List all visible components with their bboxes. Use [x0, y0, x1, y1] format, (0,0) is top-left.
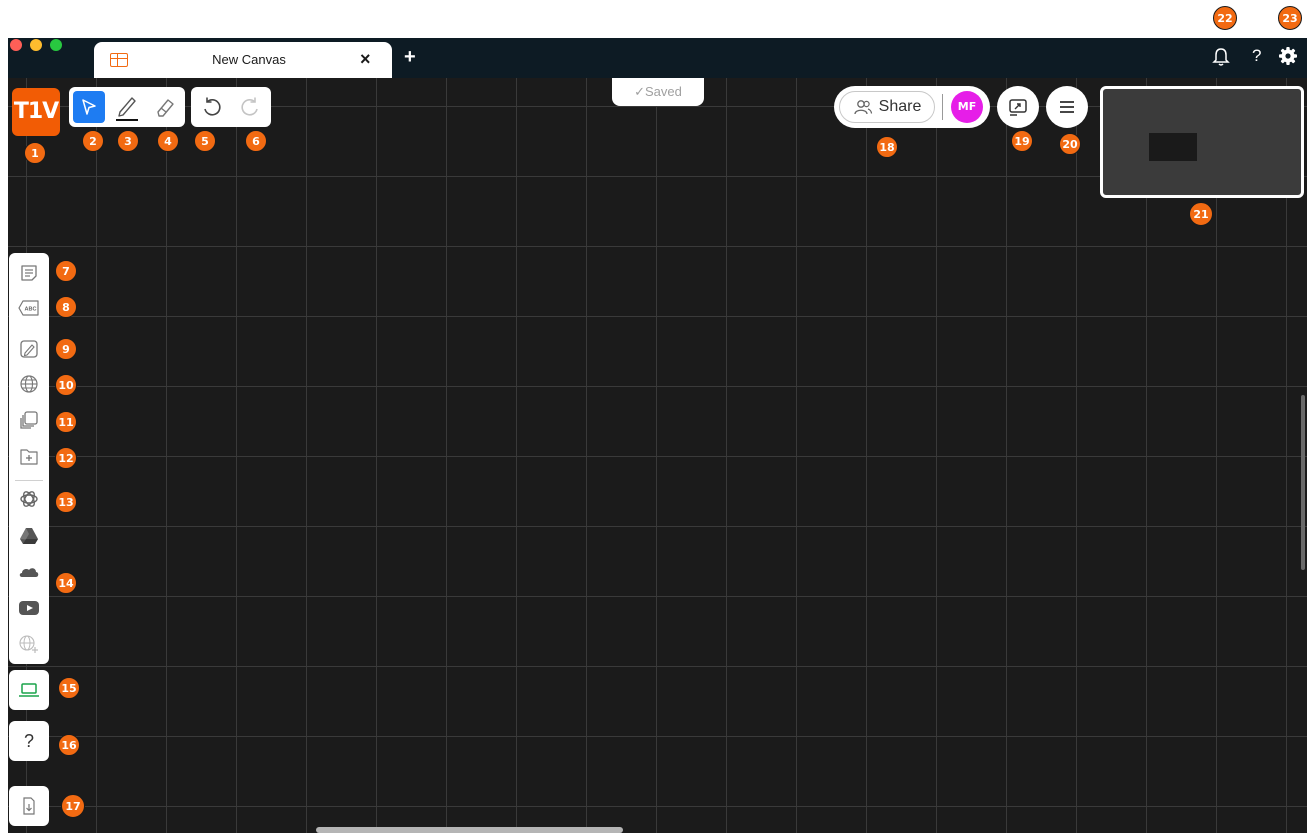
new-tab-button[interactable]: +	[404, 46, 416, 69]
globe-add-icon	[19, 635, 38, 653]
annotation-badge: 14	[55, 572, 77, 594]
screen-share-icon	[1009, 99, 1027, 116]
onedrive-button[interactable]	[15, 558, 43, 586]
sketch-button[interactable]	[15, 335, 43, 363]
abc-text-icon: ABC	[18, 300, 39, 316]
undo-icon	[204, 97, 221, 116]
vertical-scrollbar[interactable]	[1301, 395, 1305, 570]
annotation-badge: 18	[876, 136, 898, 158]
history-toolbar	[191, 87, 271, 127]
note-icon	[21, 265, 37, 281]
insert-sidebar: ABC	[9, 253, 49, 664]
abc-label: ABC	[25, 307, 37, 313]
file-download-icon	[23, 797, 35, 815]
divider	[15, 480, 43, 481]
undo-button[interactable]	[196, 91, 228, 123]
annotation-badge: 12	[55, 447, 77, 469]
zoom-window-button[interactable]	[50, 39, 62, 51]
annotation-badge: 5	[194, 130, 216, 152]
horizontal-scrollbar[interactable]	[316, 827, 623, 833]
laptop-icon	[19, 683, 39, 697]
users-icon	[853, 100, 872, 115]
text-button[interactable]: ABC	[15, 294, 43, 322]
annotation-badge: 1	[24, 142, 46, 164]
annotation-badge: 13	[55, 491, 77, 513]
annotation-badge: 16	[58, 734, 80, 756]
divider	[942, 94, 943, 120]
bell-icon[interactable]	[1212, 47, 1230, 72]
google-drive-button[interactable]	[15, 522, 43, 550]
download-button[interactable]	[9, 786, 49, 826]
pen-tool-button[interactable]	[111, 91, 143, 123]
avatar[interactable]: MF	[951, 91, 983, 123]
eraser-icon	[157, 99, 174, 117]
browser-button[interactable]	[15, 370, 43, 398]
annotation-badge: 23	[1278, 6, 1302, 30]
annotation-badge: 15	[58, 677, 80, 699]
ai-button[interactable]	[15, 485, 43, 513]
annotation-badge: 6	[245, 130, 267, 152]
stack-icon	[20, 411, 38, 429]
help-label: ?	[23, 730, 34, 751]
screen-share-button[interactable]	[997, 86, 1039, 128]
annotation-badge: 17	[61, 794, 85, 818]
help-center-button[interactable]: ?	[9, 721, 49, 761]
redo-button[interactable]	[234, 91, 266, 123]
annotation-badge: 8	[55, 296, 77, 318]
share-button[interactable]: Share	[839, 91, 935, 123]
add-file-button[interactable]	[15, 443, 43, 471]
annotation-badge: 20	[1059, 133, 1081, 155]
app-logo[interactable]: T1V	[12, 88, 60, 136]
tab-new-canvas[interactable]: New Canvas ×	[94, 42, 392, 78]
canvas-icon	[110, 53, 128, 67]
add-website-button[interactable]	[15, 630, 43, 658]
saved-status: ✓Saved	[612, 78, 704, 106]
device-share-button[interactable]	[9, 670, 49, 710]
redo-icon	[241, 97, 258, 116]
annotation-badge: 10	[55, 374, 77, 396]
annotation-badge: 3	[117, 130, 139, 152]
annotation-badge: 9	[55, 338, 77, 360]
drawing-toolbar	[69, 87, 185, 127]
menu-button[interactable]	[1046, 86, 1088, 128]
minimap-viewport[interactable]	[1149, 133, 1197, 161]
sticky-note-button[interactable]	[15, 259, 43, 287]
close-tab-button[interactable]: ×	[360, 49, 371, 70]
eraser-tool-button[interactable]	[149, 91, 181, 123]
annotation-badge: 22	[1213, 6, 1237, 30]
hamburger-icon	[1060, 101, 1074, 113]
gear-icon[interactable]	[1278, 46, 1298, 71]
sketch-icon	[20, 340, 38, 358]
annotation-badge: 11	[55, 411, 77, 433]
share-label: Share	[878, 98, 922, 115]
pen-icon	[116, 97, 138, 121]
annotation-badge: 21	[1189, 202, 1213, 226]
share-panel: Share MF	[834, 86, 990, 128]
minimap[interactable]	[1100, 86, 1304, 198]
cursor-icon	[82, 99, 96, 115]
youtube-button[interactable]	[15, 594, 43, 622]
help-button[interactable]: ?	[1252, 46, 1261, 66]
close-window-button[interactable]	[10, 39, 22, 51]
select-tool-button[interactable]	[73, 91, 105, 123]
annotation-badge: 7	[55, 260, 77, 282]
annotation-badge: 19	[1011, 130, 1033, 152]
drive-icon	[20, 528, 38, 544]
title-bar: New Canvas × + ?	[8, 38, 1307, 78]
tab-title: New Canvas	[212, 52, 286, 67]
minimize-window-button[interactable]	[30, 39, 42, 51]
templates-button[interactable]	[15, 406, 43, 434]
youtube-icon	[19, 601, 39, 615]
folder-plus-icon	[20, 449, 38, 465]
cloud-icon	[19, 568, 39, 577]
globe-icon	[20, 375, 38, 393]
page-margin	[0, 0, 1307, 38]
annotation-badge: 2	[82, 130, 104, 152]
openai-icon	[20, 491, 38, 507]
annotation-badge: 4	[157, 130, 179, 152]
